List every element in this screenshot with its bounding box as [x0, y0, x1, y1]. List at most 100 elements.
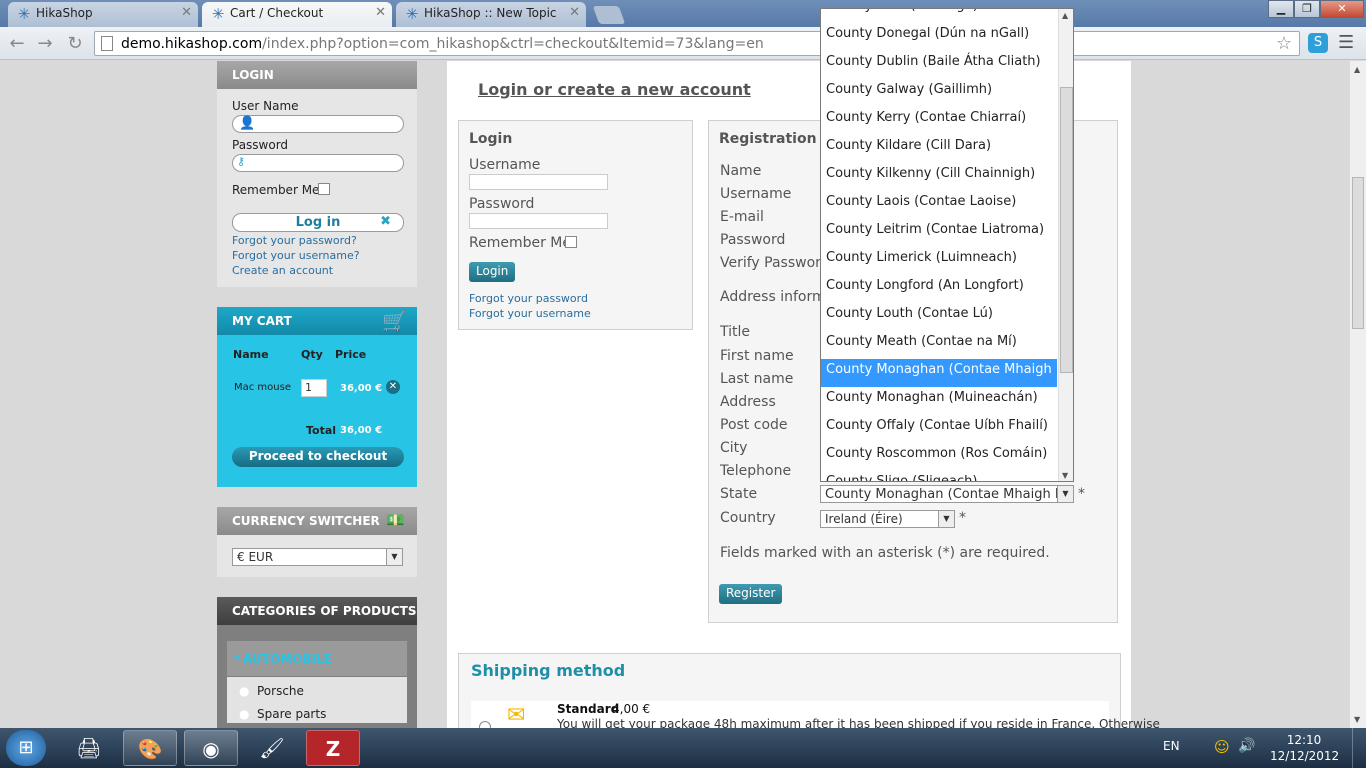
username-input[interactable]: 👤	[232, 115, 404, 133]
forgot-password-link[interactable]: Forgot your password?	[232, 234, 357, 247]
state-selected-value: County Monaghan (Contae Mhaigh Eo)	[825, 487, 1074, 502]
new-tab-button[interactable]	[592, 6, 626, 24]
state-option[interactable]: County Kerry (Contae Chiarraí)	[821, 107, 1057, 135]
paint-icon[interactable]: 🖌	[245, 730, 299, 766]
volume-icon[interactable]: 🔊	[1238, 738, 1255, 754]
bookmark-star-icon[interactable]: ☆	[1276, 33, 1292, 54]
remove-item-icon[interactable]: ✕	[386, 380, 400, 394]
forgot-username-link[interactable]: Forgot your username?	[232, 249, 360, 262]
remember-me-checkbox[interactable]	[318, 183, 330, 195]
taskbar-app-icon[interactable]: 🎨	[123, 730, 177, 766]
back-arrow-icon[interactable]: ←	[6, 33, 28, 55]
page-scroll-thumb[interactable]	[1352, 177, 1364, 329]
reload-icon[interactable]: ↻	[64, 33, 86, 55]
log-in-label: Log in	[295, 215, 341, 230]
tab-title: Cart / Checkout	[230, 6, 324, 20]
login-title: LOGIN	[217, 61, 417, 89]
maximize-button[interactable]: ❐	[1294, 0, 1320, 18]
remember-me-checkbox[interactable]	[565, 236, 577, 248]
log-in-button[interactable]: Log in ✖	[232, 213, 404, 232]
registration-title: Registration	[719, 131, 817, 147]
country-label: Country	[720, 510, 776, 526]
forward-arrow-icon[interactable]: →	[34, 33, 56, 55]
state-dropdown-list[interactable]: County Cork (Corcaigh)County Donegal (Dú…	[820, 8, 1074, 482]
close-window-button[interactable]: ✕	[1320, 0, 1364, 18]
cart-qty-input[interactable]: 1	[301, 379, 327, 397]
login-module: LOGIN User Name 👤 Password ⚷ Remember Me…	[217, 61, 417, 287]
email-label: E-mail	[720, 209, 764, 225]
state-option[interactable]: County Kildare (Cill Dara)	[821, 135, 1057, 163]
state-option[interactable]: County Galway (Gaillimh)	[821, 79, 1057, 107]
state-option[interactable]: County Laois (Contae Laoise)	[821, 191, 1057, 219]
state-option[interactable]: County Cork (Corcaigh)	[821, 9, 1057, 23]
close-icon[interactable]: ✕	[375, 5, 386, 20]
scroll-up-icon[interactable]: ▲	[1354, 65, 1360, 74]
tab-hikashop[interactable]: ✳ HikaShop ✕	[8, 2, 198, 27]
language-indicator[interactable]: EN	[1163, 739, 1180, 753]
cart-col-qty: Qty	[301, 348, 323, 361]
clock-date[interactable]: 12/12/2012	[1270, 749, 1339, 763]
cart-total-label: Total	[306, 424, 337, 437]
clock-time[interactable]: 12:10	[1274, 733, 1334, 747]
password-input[interactable]	[469, 213, 608, 229]
category-spare-parts[interactable]: Spare parts	[257, 707, 326, 721]
smiley-tray-icon[interactable]: ☺	[1214, 738, 1230, 756]
category-automobile[interactable]: « AUTOMOBILE	[227, 641, 407, 676]
password-input[interactable]: ⚷	[232, 154, 404, 172]
url-path: /index.php?option=com_hikashop&ctrl=chec…	[262, 36, 764, 52]
tab-cart-checkout[interactable]: ✳ Cart / Checkout ✕	[202, 2, 392, 27]
country-select[interactable]: Ireland (Éire) ▼	[820, 510, 955, 528]
tab-new-topic[interactable]: ✳ HikaShop :: New Topic ✕	[396, 2, 586, 27]
state-option[interactable]: County Meath (Contae na Mí)	[821, 331, 1057, 359]
close-icon: ✖	[380, 214, 391, 229]
menu-wrench-icon[interactable]: ☰	[1338, 32, 1354, 53]
address-bar[interactable]: demo.hikashop.com/index.php?option=com_h…	[94, 31, 1300, 56]
username-input[interactable]	[469, 174, 608, 190]
scroll-down-icon[interactable]: ▼	[1354, 715, 1360, 724]
state-option[interactable]: County Dublin (Baile Átha Cliath)	[821, 51, 1057, 79]
forgot-password-link[interactable]: Forgot your password	[469, 292, 588, 305]
show-desktop-button[interactable]	[1352, 728, 1366, 768]
shipping-method-name: Standard	[557, 702, 620, 716]
dropdown-scroll-thumb[interactable]	[1060, 87, 1073, 373]
create-account-link[interactable]: Create an account	[232, 264, 333, 277]
taskbar-app-icon[interactable]: 🖨	[62, 730, 116, 766]
close-icon[interactable]: ✕	[569, 5, 580, 20]
chrome-icon[interactable]: ◉	[184, 730, 238, 766]
state-option[interactable]: County Roscommon (Ros Comáin)	[821, 443, 1057, 471]
state-option[interactable]: County Limerick (Luimneach)	[821, 247, 1057, 275]
state-option[interactable]: County Leitrim (Contae Liatroma)	[821, 219, 1057, 247]
cart-module: MY CART 🛒 Name Qty Price Mac mouse 1 36,…	[217, 307, 417, 487]
proceed-to-checkout-button[interactable]: Proceed to checkout	[232, 447, 404, 467]
state-option[interactable]: County Monaghan (Muineachán)	[821, 387, 1057, 415]
shipping-option-row[interactable]: ✉ Standard 4,00 € You will get your pack…	[471, 701, 1160, 728]
shipping-radio[interactable]	[479, 721, 491, 728]
state-option[interactable]: County Monaghan (Contae Mhaigh Eo)	[821, 359, 1073, 387]
currency-select[interactable]: € EUR ▼	[232, 548, 403, 566]
currency-module: CURRENCY SWITCHER 💵 € EUR ▼	[217, 507, 417, 577]
la-poste-logo-icon: ✉	[507, 703, 526, 728]
state-option[interactable]: County Sligo (Sligeach)	[821, 471, 1057, 481]
register-button[interactable]: Register	[719, 584, 783, 604]
minimize-button[interactable]: ▁	[1268, 0, 1294, 18]
state-option[interactable]: County Louth (Contae Lú)	[821, 303, 1057, 331]
dropdown-scrollbar[interactable]: ▲ ▼	[1058, 9, 1073, 481]
skype-extension-icon[interactable]: S	[1308, 33, 1328, 53]
start-button[interactable]: ⊞	[6, 730, 46, 766]
state-option[interactable]: County Kilkenny (Cill Chainnigh)	[821, 163, 1057, 191]
state-option[interactable]: County Longford (An Longfort)	[821, 275, 1057, 303]
state-select[interactable]: County Monaghan (Contae Mhaigh Eo) ▼	[820, 485, 1074, 503]
login-button[interactable]: Login	[469, 262, 516, 282]
scroll-down-icon[interactable]: ▼	[1062, 471, 1068, 480]
category-porsche[interactable]: Porsche	[257, 684, 304, 698]
state-option[interactable]: County Offaly (Contae Uíbh Fhailí)	[821, 415, 1057, 443]
page-icon	[101, 36, 113, 51]
state-option[interactable]: County Donegal (Dún na nGall)	[821, 23, 1057, 51]
forgot-username-link[interactable]: Forgot your username	[469, 307, 591, 320]
user-icon: 👤	[239, 116, 256, 131]
scroll-up-icon[interactable]: ▲	[1062, 11, 1068, 20]
filezilla-icon[interactable]: Z	[306, 730, 360, 766]
checkout-login-box: Login Username Password Remember Me Logi…	[458, 120, 693, 330]
page-scrollbar[interactable]: ▲ ▼	[1350, 61, 1366, 728]
close-icon[interactable]: ✕	[181, 5, 192, 20]
